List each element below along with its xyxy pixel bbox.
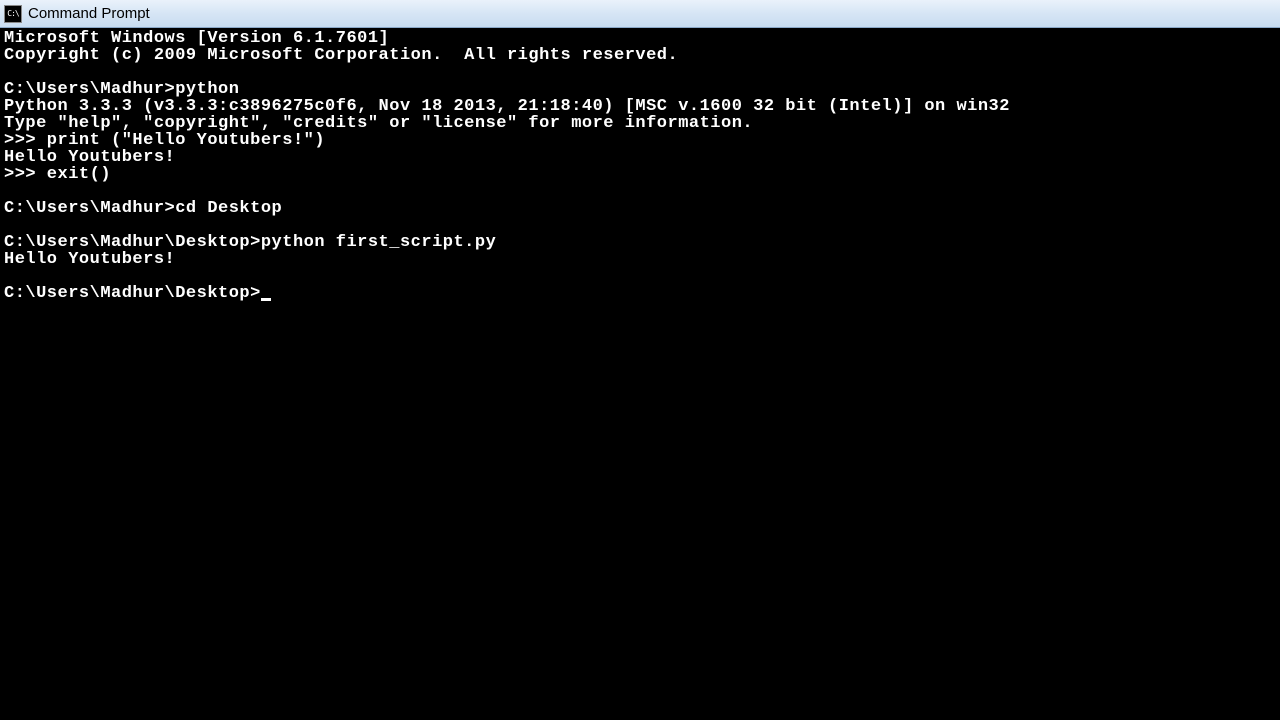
terminal-line: >>> exit() (4, 165, 111, 184)
terminal-line: Copyright (c) 2009 Microsoft Corporation… (4, 46, 678, 65)
cmd-icon-label: C:\ (7, 9, 18, 18)
terminal-line: C:\Users\Madhur>cd Desktop (4, 199, 282, 218)
terminal-line: Hello Youtubers! (4, 250, 175, 269)
terminal-output[interactable]: Microsoft Windows [Version 6.1.7601] Cop… (0, 28, 1280, 720)
window-titlebar[interactable]: C:\ Command Prompt (0, 0, 1280, 28)
cursor (261, 298, 271, 301)
cmd-icon: C:\ (4, 5, 22, 23)
terminal-line: C:\Users\Madhur\Desktop> (4, 284, 261, 303)
window-title: Command Prompt (28, 5, 150, 22)
